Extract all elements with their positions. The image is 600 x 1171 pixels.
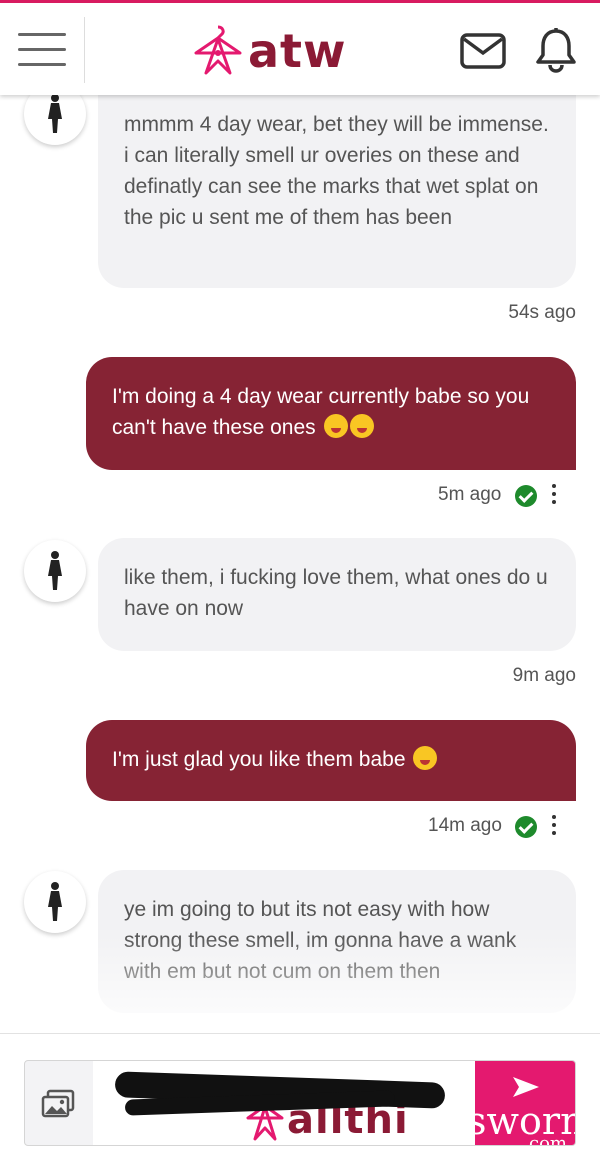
user-avatar[interactable] [24,871,86,933]
message-timestamp: 54s ago [508,302,576,323]
message-thread[interactable]: mmmm 4 day wear, bet they will be immens… [0,95,600,1033]
brand-logo[interactable]: atw [192,23,347,79]
message-text: ye im going to but its not easy with how… [124,898,517,983]
message-text: I'm just glad you like them babe [112,748,406,771]
send-arrow-icon [513,1077,539,1097]
outgoing-message-bubble: I'm just glad you like them babe [86,720,576,801]
incoming-message-bubble: mmmm 4 day wear, bet they will be immens… [98,95,576,288]
message-composer: allthi sworn com [0,1033,600,1171]
incoming-message-bubble: like them, i fucking love them, what one… [98,538,576,651]
outgoing-message-bubble: I'm doing a 4 day wear currently babe so… [86,357,576,470]
person-icon [48,882,62,921]
watermark-text: com [529,1133,567,1146]
message-options-icon[interactable] [549,814,559,836]
message-options-icon[interactable] [549,483,559,505]
read-check-icon [515,485,537,507]
hamburger-menu-icon[interactable] [18,31,66,71]
message-timestamp: 14m ago [428,815,502,836]
message-text: mmmm 4 day wear, bet they will be immens… [124,113,549,229]
image-attach-icon[interactable] [41,1089,75,1119]
bell-icon[interactable] [534,27,578,73]
face-blowing-a-kiss-icon [413,746,438,770]
message-text: like them, i fucking love them, what one… [124,566,548,620]
send-button[interactable]: sworn com [475,1061,575,1146]
user-avatar[interactable] [24,95,86,145]
message-text: I'm doing a 4 day wear currently babe so… [112,385,530,439]
user-avatar[interactable] [24,540,86,602]
read-check-icon [515,816,537,838]
person-icon [48,551,62,590]
incoming-message-bubble: ye im going to but its not easy with how… [98,870,576,1013]
composer-box: allthi sworn com [24,1060,576,1146]
person-icon [48,95,62,133]
top-bar: atw [0,0,600,95]
face-blowing-a-kiss-icon [349,414,374,438]
envelope-icon[interactable] [460,33,506,69]
message-timestamp: 5m ago [438,484,502,505]
brand-name: atw [248,24,347,78]
hanger-icon [194,25,242,75]
message-timestamp: 9m ago [512,665,576,686]
face-with-tears-of-joy-icon [323,414,348,438]
divider [84,17,85,83]
